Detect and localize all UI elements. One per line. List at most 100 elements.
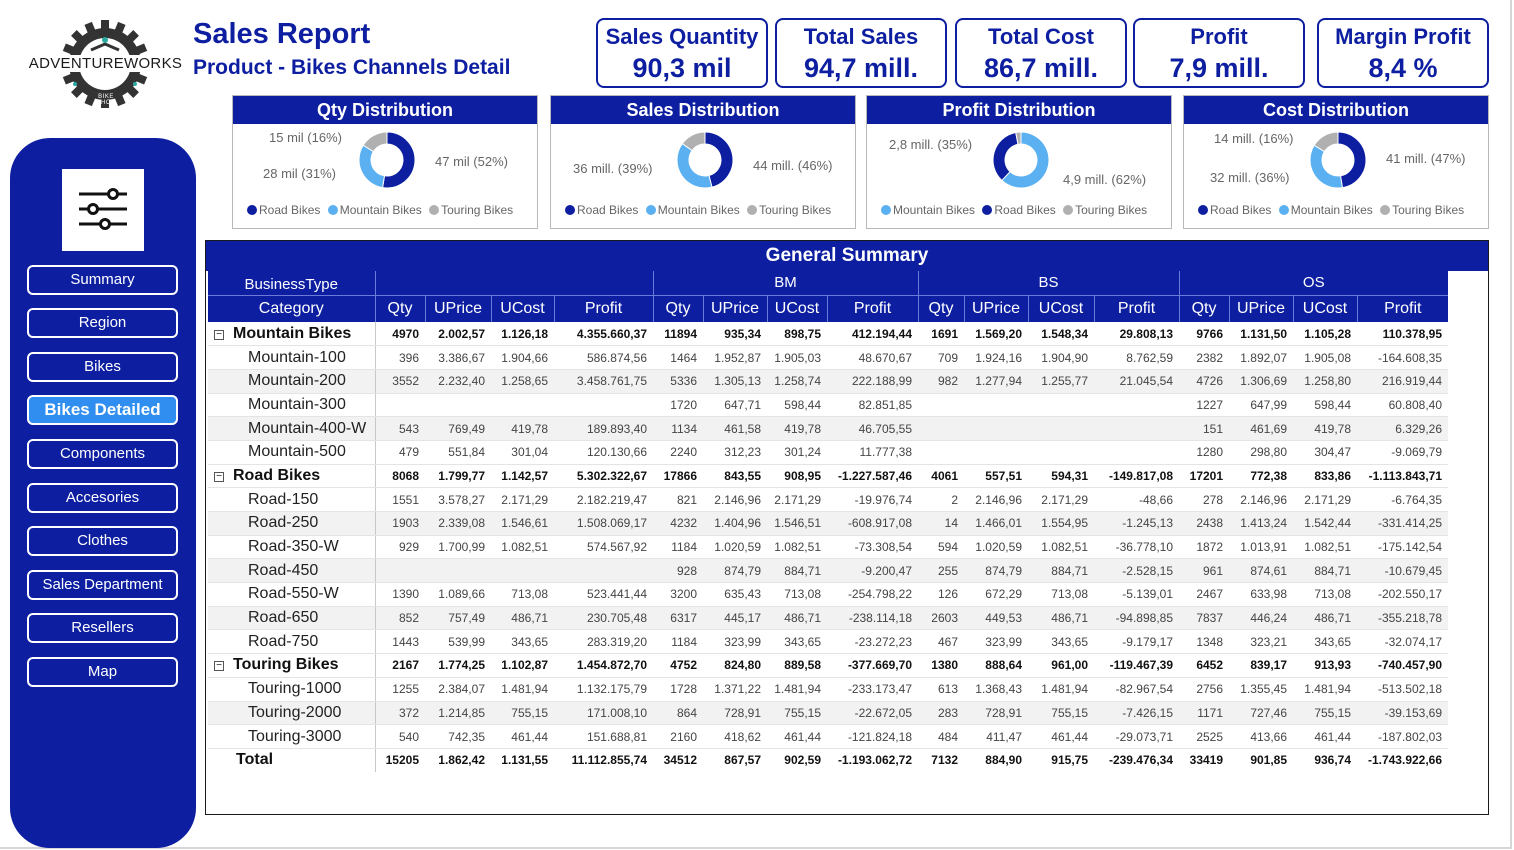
donut-slice-road-bikes[interactable] — [1337, 131, 1367, 189]
nav-components-button[interactable]: Components — [27, 439, 178, 469]
table-row[interactable]: Mountain-500 479 551,84 301,04 120.130,66 224… — [208, 440, 1449, 465]
table-row[interactable]: Road-250 1903 2.339,08 1.546,61 1.508.069,17… — [208, 511, 1449, 536]
nav-region-button[interactable]: Region — [27, 308, 178, 338]
donut-label: 2,8 mill. (35%) — [889, 137, 973, 152]
column-header[interactable]: Qty — [652, 294, 703, 322]
table-cell: 1.082,51 — [1293, 535, 1358, 560]
table-cell: 29.808,13 — [1094, 322, 1180, 347]
row-label: Touring-1000 — [208, 677, 376, 702]
table-row[interactable]: Touring-1000 1255 2.384,07 1.481,94 1.132.17… — [208, 677, 1449, 702]
table-cell: 982 — [918, 369, 964, 394]
table-cell: 824,80 — [703, 653, 767, 678]
collapse-icon[interactable]: − — [214, 471, 224, 482]
table-row[interactable]: Mountain-200 3552 2.232,40 1.258,65 3.458.76… — [208, 369, 1449, 394]
table-cell — [1028, 440, 1094, 465]
nav-accesories-button[interactable]: Accesories — [27, 483, 178, 513]
column-header[interactable]: Profit — [1356, 294, 1449, 322]
nav-clothes-button[interactable]: Clothes — [27, 526, 178, 556]
row-label: Mountain-200 — [208, 369, 376, 394]
table-cell — [1094, 416, 1180, 441]
table-cell: 598,44 — [767, 393, 827, 418]
group-header-os[interactable]: OS — [1178, 271, 1449, 295]
column-header[interactable]: UCost — [490, 294, 554, 322]
qty-donut-chart[interactable] — [357, 130, 417, 190]
table-row[interactable]: Road-150 1551 3.578,27 2.171,29 2.182.219,47… — [208, 487, 1449, 512]
column-header[interactable]: Qty — [1178, 294, 1230, 322]
table-cell: 4061 — [918, 464, 964, 489]
kpi-label: Profit — [1190, 24, 1248, 49]
nav-summary-button[interactable]: Summary — [27, 265, 178, 295]
table-cell: 419,78 — [1293, 416, 1358, 441]
qty-distribution-panel[interactable]: Qty Distribution 15 mil (16%) 28 mil (31… — [232, 95, 538, 229]
table-row[interactable]: Mountain-300 1720 647,71 598,44 82.851,85 122… — [208, 393, 1449, 418]
page-title: Sales Report — [193, 18, 371, 50]
table-cell: 484 — [918, 724, 964, 749]
table-cell: 821 — [653, 487, 703, 512]
column-header[interactable]: Qty — [917, 294, 964, 322]
table-cell: -175.142,54 — [1357, 535, 1449, 560]
column-header[interactable]: UCost — [766, 294, 827, 322]
profit-distribution-panel[interactable]: Profit Distribution 2,8 mill. (35%) 4,9 … — [866, 95, 1172, 229]
column-header[interactable]: UPrice — [1228, 294, 1294, 322]
row-label-text: Mountain-100 — [248, 348, 346, 366]
table-cell: 11.112.855,74 — [571, 753, 647, 768]
total-row[interactable]: Total 15205 1.862,42 1.131,55 11.112.855,74 3… — [208, 748, 1448, 773]
row-label-text: Touring-1000 — [248, 680, 342, 698]
table-cell: 1280 — [1179, 440, 1230, 465]
column-header[interactable]: UPrice — [702, 294, 767, 322]
table-cell: 1380 — [918, 653, 964, 678]
column-header[interactable]: Profit — [553, 294, 653, 322]
column-header[interactable]: Qty — [374, 294, 425, 322]
profit-donut-chart[interactable] — [991, 130, 1051, 190]
table-row[interactable]: Road-650 852 757,49 486,71 230.705,48 6317 445… — [208, 606, 1449, 631]
table-cell: 1.904,66 — [491, 345, 554, 370]
sales-donut-chart[interactable] — [675, 130, 735, 190]
collapse-icon[interactable]: − — [214, 329, 224, 340]
column-header[interactable]: Profit — [1093, 294, 1180, 322]
nav-map-button[interactable]: Map — [27, 657, 178, 687]
table-row[interactable]: Mountain-400-W 543 769,49 419,78 189.893,40 1… — [208, 416, 1449, 441]
column-header[interactable]: UCost — [1292, 294, 1358, 322]
cost-donut-chart[interactable] — [1308, 130, 1368, 190]
matrix-body: − Mountain Bikes 4970 2.002,57 1.126,18 4.355… — [208, 322, 1449, 773]
category-header[interactable]: Category — [208, 294, 375, 322]
kpi-margin-profit: Margin Profit 8,4 % — [1317, 18, 1489, 88]
donut-slice-mountain-bikes[interactable] — [676, 142, 713, 189]
column-header[interactable]: UPrice — [963, 294, 1028, 322]
column-header[interactable]: Profit — [826, 294, 918, 322]
donut-slice-mountain-bikes[interactable] — [1309, 144, 1343, 189]
table-cell: 839,17 — [1229, 653, 1294, 678]
table-cell: 1.306,69 — [1229, 369, 1294, 394]
group-row[interactable]: − Touring Bikes 2167 1.774,25 1.102,87 1.454.… — [208, 653, 1449, 678]
table-row[interactable]: Road-450 928 874,79 884,71 -9.200,47 255 874,7… — [208, 558, 1449, 584]
nav-sales-department-button[interactable]: Sales Department — [27, 570, 178, 600]
group-header-bm[interactable]: BM — [652, 271, 918, 295]
table-cell: -608.917,08 — [827, 511, 918, 536]
group-row[interactable]: − Mountain Bikes 4970 2.002,57 1.126,18 4.355… — [208, 322, 1449, 347]
table-row[interactable]: Road-350-W 929 1.700,99 1.082,51 574.567,92 1… — [208, 535, 1449, 560]
table-cell — [918, 393, 964, 418]
table-row[interactable]: Touring-3000 540 742,35 461,44 151.688,81 216… — [208, 724, 1449, 749]
group-row[interactable]: − Road Bikes 8068 1.799,77 1.142,57 5.302.322… — [208, 464, 1449, 489]
donut-slice-mountain-bikes[interactable] — [358, 144, 386, 189]
nav-bikes-button[interactable]: Bikes — [27, 352, 178, 382]
table-cell: 1872 — [1179, 535, 1230, 560]
sales-distribution-panel[interactable]: Sales Distribution 36 mill. (39%) 44 mil… — [550, 95, 856, 229]
general-summary-matrix[interactable]: General Summary BusinessType BM BS OS Ca… — [205, 240, 1489, 815]
table-row[interactable]: Road-750 1443 539,99 343,65 283.319,20 1184 32… — [208, 629, 1449, 655]
table-row[interactable]: Mountain-100 396 3.386,67 1.904,66 586.874,5… — [208, 345, 1449, 370]
column-header[interactable]: UCost — [1027, 294, 1094, 322]
kpi-value: 90,3 mil — [632, 53, 732, 83]
matrix-table[interactable]: BusinessType BM BS OS Category Qty UPric… — [208, 271, 1449, 773]
table-row[interactable]: Touring-2000 372 1.214,85 755,15 171.008,10 8… — [208, 701, 1449, 726]
column-header[interactable]: UPrice — [424, 294, 491, 322]
donut-label: 32 mill. (36%) — [1210, 170, 1290, 185]
table-row[interactable]: Road-550-W 1390 1.089,66 713,08 523.441,44 32… — [208, 582, 1449, 607]
nav-resellers-button[interactable]: Resellers — [27, 613, 178, 643]
nav-bikes-detailed-button[interactable]: Bikes Detailed — [27, 395, 178, 425]
cost-distribution-panel[interactable]: Cost Distribution 14 mill. (16%) 32 mill… — [1183, 95, 1489, 229]
collapse-icon[interactable]: − — [214, 661, 224, 672]
group-header-bs[interactable]: BS — [917, 271, 1180, 295]
filter-button[interactable] — [62, 169, 144, 251]
donut-slice-road-bikes[interactable] — [992, 131, 1019, 182]
